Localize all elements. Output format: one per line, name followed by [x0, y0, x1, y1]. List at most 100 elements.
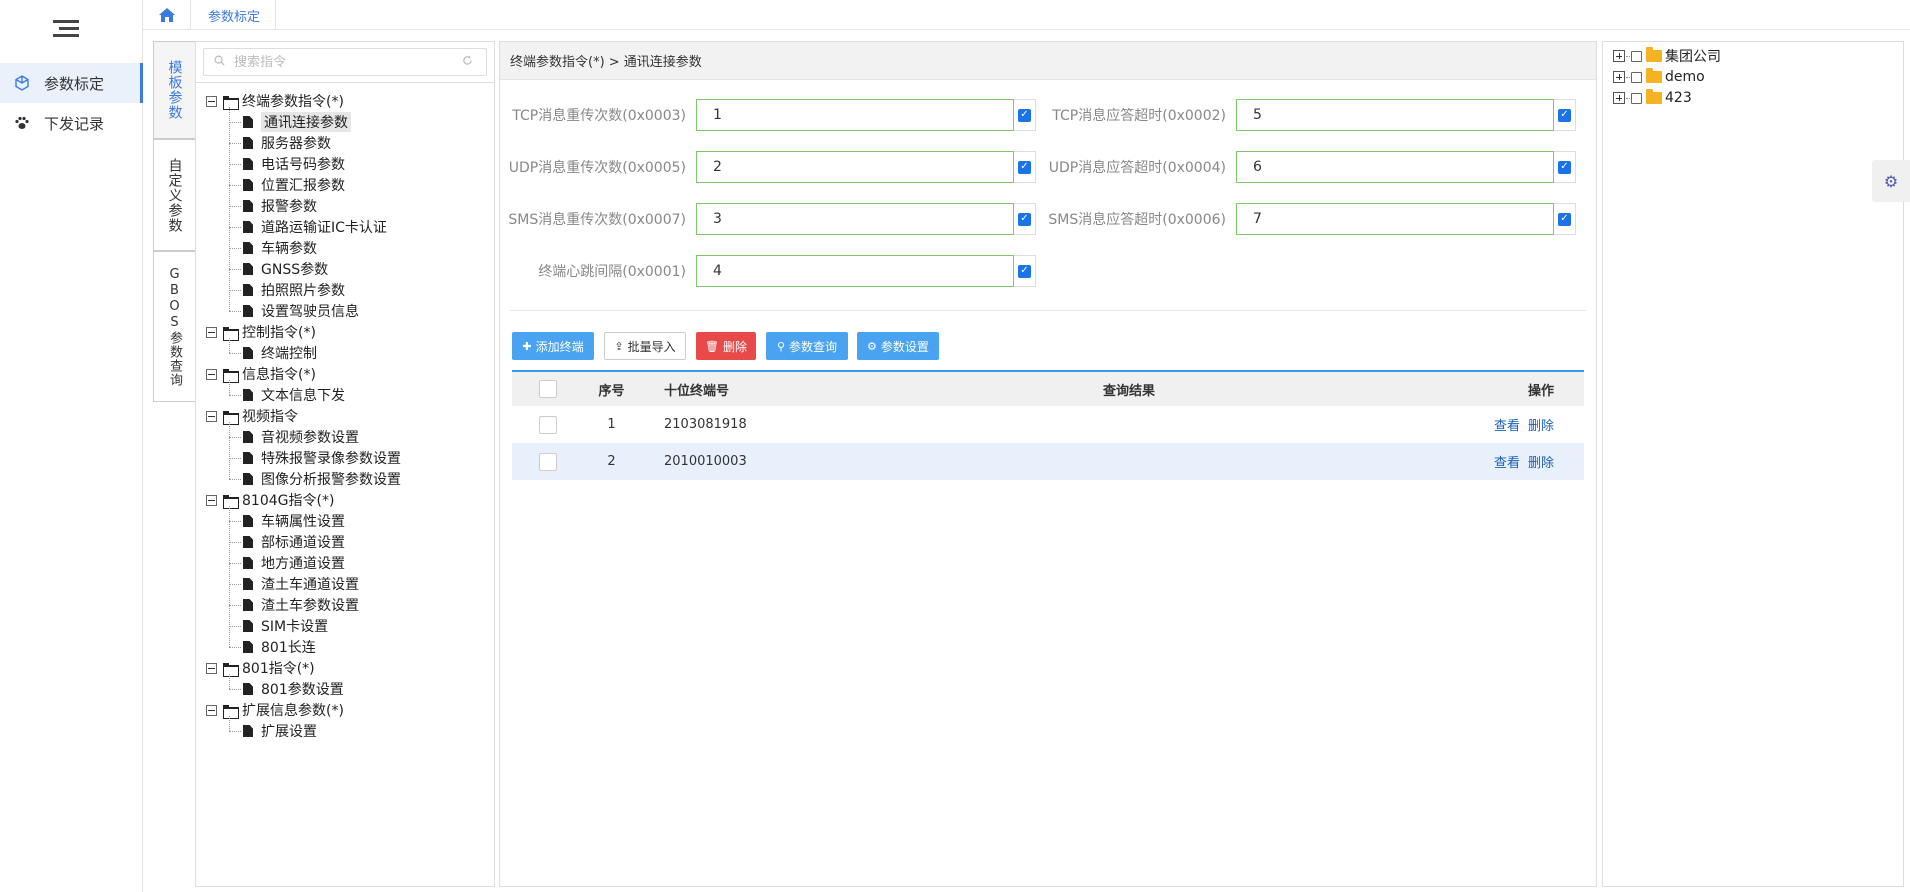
collapse-icon[interactable]: [206, 326, 217, 338]
check-icon: ✓: [1018, 108, 1031, 122]
param-query-button[interactable]: ⚲ 参数查询: [766, 332, 848, 360]
collapse-icon[interactable]: [206, 704, 217, 716]
row-checkbox[interactable]: [539, 415, 557, 434]
settings-gear-button[interactable]: ⚙: [1872, 160, 1910, 202]
param-value-input[interactable]: 5: [1236, 99, 1554, 131]
delete-button[interactable]: 🗑 删除: [696, 332, 756, 360]
refresh-icon[interactable]: [462, 54, 476, 70]
nav-item-send-records[interactable]: 下发记录: [0, 103, 143, 143]
param-value-input[interactable]: 4: [696, 255, 1014, 287]
param-value-input[interactable]: 3: [696, 203, 1014, 235]
tree-item[interactable]: 801长连: [243, 637, 316, 657]
tree-item[interactable]: 801参数设置: [243, 679, 344, 699]
tree-item[interactable]: 通讯连接参数: [243, 112, 351, 132]
tree-group-label: 视频指令: [242, 409, 298, 425]
search-input[interactable]: [228, 50, 462, 74]
delete-link[interactable]: 删除: [1528, 419, 1554, 434]
tree-item-label: 801参数设置: [261, 682, 344, 698]
file-icon: [243, 641, 253, 653]
tree-item[interactable]: 部标通道设置: [243, 532, 345, 552]
batch-import-button[interactable]: ⇪ 批量导入: [604, 332, 686, 360]
delete-link[interactable]: 删除: [1528, 456, 1554, 471]
param-set-button[interactable]: ⚙ 参数设置: [857, 332, 939, 360]
org-node[interactable]: demo: [1613, 67, 1705, 87]
tree-item[interactable]: 特殊报警录像参数设置: [243, 448, 401, 468]
param-value-input[interactable]: 6: [1236, 151, 1554, 183]
file-icon: [243, 263, 253, 275]
add-terminal-button[interactable]: ✚ 添加终端: [512, 332, 594, 360]
tree-item[interactable]: 道路运输证IC卡认证: [243, 217, 387, 237]
tree-connector: [229, 395, 241, 396]
home-button[interactable]: [143, 0, 191, 30]
tree-item[interactable]: 电话号码参数: [243, 154, 345, 174]
tree-group[interactable]: 8104G指令(*): [206, 490, 334, 510]
tree-item[interactable]: 车辆属性设置: [243, 511, 345, 531]
collapse-icon[interactable]: [206, 494, 217, 506]
cell-terminal: 2103081918: [664, 417, 747, 432]
param-value-input[interactable]: 1: [696, 99, 1014, 131]
view-link[interactable]: 查看: [1494, 456, 1520, 471]
tree-item[interactable]: 设置驾驶员信息: [243, 301, 359, 321]
tree-item[interactable]: 报警参数: [243, 196, 317, 216]
vtab-template-params[interactable]: 模板参数: [153, 41, 195, 139]
breadcrumb: 终端参数指令(*) > 通讯连接参数: [500, 42, 1596, 80]
tree-group[interactable]: 终端参数指令(*): [206, 91, 344, 111]
expand-icon[interactable]: [1613, 50, 1625, 62]
tree-item[interactable]: 拍照照片参数: [243, 280, 345, 300]
tree-group[interactable]: 信息指令(*): [206, 364, 316, 384]
tree-connector: [229, 107, 230, 311]
tree-item[interactable]: 地方通道设置: [243, 553, 345, 573]
org-checkbox[interactable]: [1631, 71, 1642, 83]
tree-item[interactable]: 图像分析报警参数设置: [243, 469, 401, 489]
tree-item[interactable]: 渣土车通道设置: [243, 574, 359, 594]
view-link[interactable]: 查看: [1494, 419, 1520, 434]
org-node[interactable]: 集团公司: [1613, 46, 1721, 66]
param-checkbox[interactable]: ✓: [1554, 99, 1576, 131]
tree-group[interactable]: 801指令(*): [206, 658, 315, 678]
row-checkbox[interactable]: [539, 452, 557, 471]
org-checkbox[interactable]: [1631, 92, 1642, 104]
vtab-custom-params[interactable]: 自定义参数: [153, 139, 195, 251]
org-node[interactable]: 423: [1613, 88, 1692, 108]
param-value-input[interactable]: 2: [696, 151, 1014, 183]
collapse-icon[interactable]: [206, 410, 217, 422]
tree-item[interactable]: 音视频参数设置: [243, 427, 359, 447]
tab-param-calibration[interactable]: 参数标定: [193, 0, 277, 30]
param-checkbox[interactable]: ✓: [1554, 151, 1576, 183]
tree-item[interactable]: 位置汇报参数: [243, 175, 345, 195]
param-checkbox[interactable]: ✓: [1014, 99, 1036, 131]
file-icon: [243, 725, 253, 737]
tree-group[interactable]: 控制指令(*): [206, 322, 316, 342]
tree-item[interactable]: SIM卡设置: [243, 616, 328, 636]
tree-item[interactable]: 文本信息下发: [243, 385, 345, 405]
command-tree: 终端参数指令(*) 通讯连接参数 服务器参数 电话号码参数 位置汇报参数 报警参数 道路运输…: [196, 82, 494, 882]
cell-no: 1: [607, 417, 616, 432]
param-checkbox[interactable]: ✓: [1014, 255, 1036, 287]
tree-item[interactable]: 终端控制: [243, 343, 317, 363]
org-checkbox[interactable]: [1631, 50, 1642, 62]
expand-icon[interactable]: [1613, 71, 1625, 83]
tree-item[interactable]: GNSS参数: [243, 259, 328, 279]
collapse-icon[interactable]: [206, 662, 217, 674]
param-checkbox[interactable]: ✓: [1554, 203, 1576, 235]
collapse-icon[interactable]: [206, 95, 217, 107]
tree-item[interactable]: 扩展设置: [243, 721, 317, 741]
tree-connector: [229, 269, 241, 270]
tree-group[interactable]: 视频指令: [206, 406, 298, 426]
nav-item-param-calibration[interactable]: 参数标定: [0, 63, 143, 103]
collapse-icon[interactable]: [206, 368, 217, 380]
tree-item[interactable]: 渣土车参数设置: [243, 595, 359, 615]
param-label: 终端心跳间隔(0x0001): [538, 264, 686, 280]
menu-toggle-icon[interactable]: [53, 20, 79, 40]
folder-open-icon: [223, 410, 239, 425]
vtab-gbos-query[interactable]: GBOS参数查询: [153, 251, 195, 402]
param-checkbox[interactable]: ✓: [1014, 203, 1036, 235]
file-icon: [243, 221, 253, 233]
select-all-checkbox[interactable]: [539, 380, 557, 398]
tree-group[interactable]: 扩展信息参数(*): [206, 700, 344, 720]
expand-icon[interactable]: [1613, 92, 1625, 104]
tree-item[interactable]: 服务器参数: [243, 133, 331, 153]
param-value-input[interactable]: 7: [1236, 203, 1554, 235]
param-checkbox[interactable]: ✓: [1014, 151, 1036, 183]
tree-item[interactable]: 车辆参数: [243, 238, 317, 258]
